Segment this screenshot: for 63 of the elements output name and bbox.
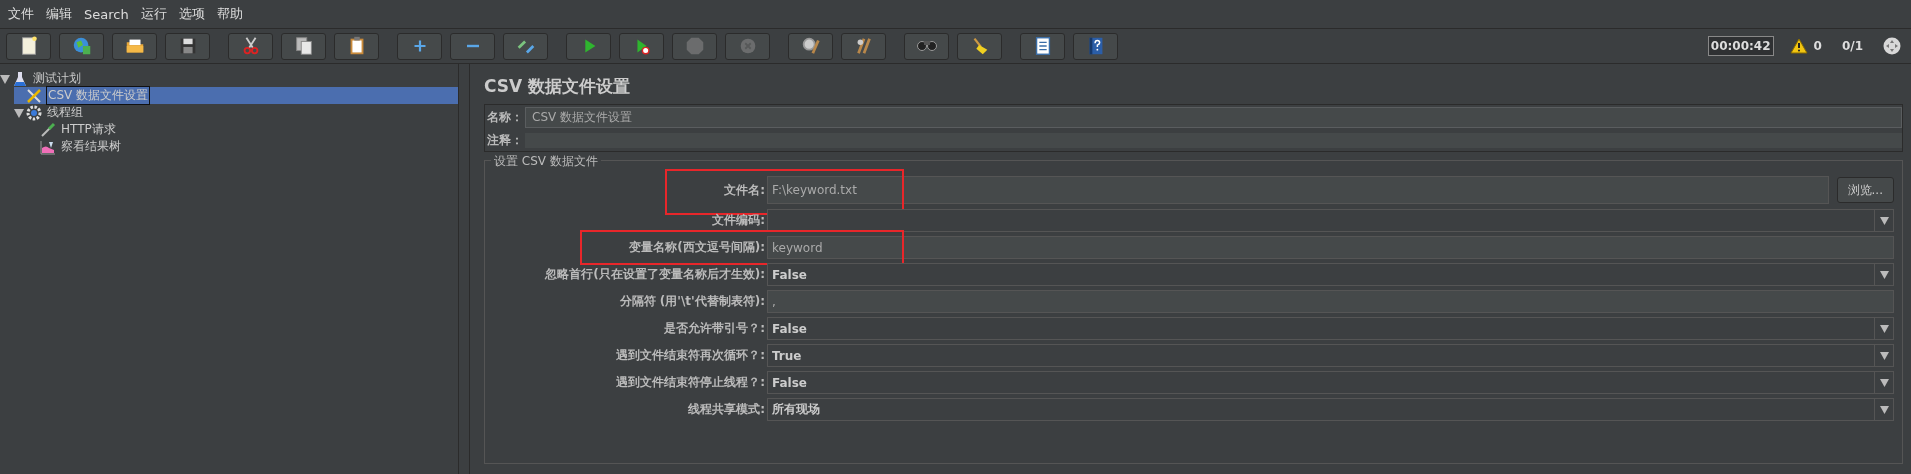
dropdown[interactable]: True [767,344,1894,367]
field-label: 遇到文件结束符再次循环？: [615,347,766,364]
group-title: 设置 CSV 数据文件 [491,153,601,170]
name-field[interactable]: CSV 数据文件设置 [525,107,1902,128]
thread-count: 0/1 [1841,39,1863,53]
panel-title: CSV 数据文件设置 [484,75,632,98]
minus-icon [465,44,480,48]
toolbar-button[interactable] [112,32,157,60]
gear-icon [26,104,42,121]
expanded-arrow-icon[interactable] [14,107,24,118]
menu-item[interactable]: 选项 [172,5,211,23]
tree-item[interactable]: HTTP请求 [28,121,458,138]
pipette-icon [40,121,56,138]
comment-label: 注释： [487,132,524,149]
dropdown-arrow-icon [1879,378,1889,387]
dropdown-arrow-icon [1879,270,1889,279]
toolbar-button[interactable] [228,32,273,60]
field-label: 文件编码: [711,212,766,229]
field-label: 文件名: [723,181,766,199]
menu-item[interactable]: 运行 [134,5,173,23]
elapsed-time: 00:00:42 [1707,36,1774,56]
binoculars-icon [916,41,937,51]
remote-status-icon [1883,37,1901,55]
toolbar-button[interactable] [6,32,51,60]
wrench-screwdriver-icon [26,87,42,104]
tree-item[interactable]: 察看结果树 [28,138,458,155]
expanded-arrow-icon[interactable] [0,73,10,84]
dropdown[interactable]: False [767,317,1894,340]
toolbar-button[interactable] [957,32,1002,60]
menu-item[interactable]: 帮助 [210,5,249,23]
graph-icon [40,138,56,155]
dropdown[interactable]: 所有现场 [767,398,1894,421]
dropdown[interactable]: False [767,371,1894,394]
menu-item[interactable]: Search [78,6,135,22]
tree-item[interactable]: 线程组 [14,104,458,121]
toolbar-button[interactable] [165,32,210,60]
field-label: 线程共享模式: [687,401,766,418]
field-label: 遇到文件结束符停止线程？: [615,374,766,391]
menu-item[interactable]: 文件 [2,5,40,23]
input-field[interactable]: keyword [767,236,1894,259]
warning-count: 0 [1813,39,1822,53]
dropdown-arrow-icon [1879,216,1889,225]
toolbar-button[interactable] [334,32,379,60]
input-field[interactable]: , [767,290,1894,313]
toolbar-button[interactable] [788,32,833,60]
warning-icon[interactable] [1789,38,1808,54]
comment-field[interactable] [525,133,1902,148]
dropdown-arrow-icon [1879,405,1889,414]
field-label: 分隔符 (用'\t'代替制表符): [618,293,766,310]
name-label: 名称： [487,109,524,126]
dropdown-arrow-icon [1879,351,1889,360]
toolbar-button[interactable] [281,32,326,60]
file-name-field[interactable]: F:\keyword.txt [767,176,1829,204]
browse-button[interactable]: 浏览... [1836,177,1894,203]
field-label: 是否允许带引号？: [663,320,766,337]
toolbar-button[interactable] [1020,32,1065,60]
dropdown[interactable]: False [767,263,1894,286]
field-label: 忽略首行(只在设置了变量名称后才生效): [543,266,766,283]
flask-icon [12,70,28,87]
menu-item[interactable]: 编辑 [40,5,78,23]
tree-item[interactable]: 测试计划 [0,70,458,87]
dropdown-arrow-icon [1879,324,1889,333]
field-label: 变量名称(西文逗号间隔): [628,239,766,256]
